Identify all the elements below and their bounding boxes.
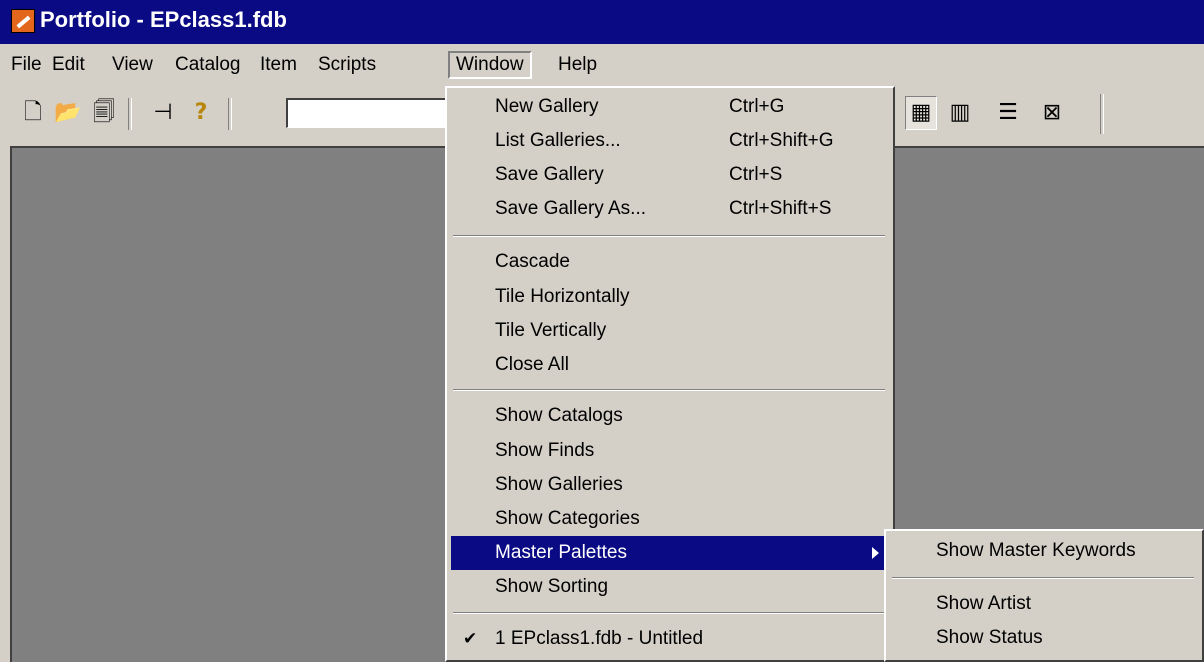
menu-item[interactable]: Item (260, 51, 297, 79)
list-view-icon[interactable]: ▥ (944, 96, 976, 130)
menu-scripts[interactable]: Scripts (318, 51, 376, 79)
menu-item-tile-vertically[interactable]: Tile Vertically (451, 314, 889, 348)
menu-view[interactable]: View (112, 51, 153, 79)
menu-catalog[interactable]: Catalog (175, 51, 241, 79)
menu-bar: File Edit View Catalog Item Scripts Wind… (0, 44, 1204, 86)
menu-item-save-gallery[interactable]: Save Gallery Ctrl+S (451, 158, 889, 192)
menu-item-show-sorting[interactable]: Show Sorting (451, 570, 889, 604)
menu-item-show-master-keywords[interactable]: Show Master Keywords (890, 534, 1200, 568)
menu-item-show-finds[interactable]: Show Finds (451, 434, 889, 468)
checkmark-icon: ✔ (463, 629, 478, 649)
menu-item-recent-window[interactable]: ✔ 1 EPclass1.fdb - Untitled (451, 622, 889, 656)
menu-help[interactable]: Help (558, 51, 597, 79)
menu-item-tile-horizontally[interactable]: Tile Horizontally (451, 280, 889, 314)
toolbar-separator (128, 98, 132, 130)
pin-icon[interactable]: ⊣ (147, 96, 179, 130)
open-folder-icon[interactable]: 📂 (52, 96, 84, 130)
menu-item-show-status[interactable]: Show Status (890, 621, 1200, 655)
menu-edit[interactable]: Edit (52, 51, 85, 79)
menu-separator (892, 577, 1194, 579)
menu-item-show-categories[interactable]: Show Categories (451, 502, 889, 536)
toolbar-separator (228, 98, 232, 130)
open-catalog-icon[interactable]: 🗐 (88, 96, 120, 130)
new-document-icon[interactable]: 🗋 (17, 96, 49, 130)
window-close-view-icon[interactable]: ⊠ (1036, 96, 1068, 130)
toolbar-separator (1100, 94, 1104, 134)
window-title: Portfolio - EPclass1.fdb (40, 7, 287, 32)
menu-separator (453, 612, 885, 614)
menu-item-list-galleries[interactable]: List Galleries... Ctrl+Shift+G (451, 124, 889, 158)
thumbnail-view-icon[interactable]: ▦ (905, 96, 937, 130)
menu-item-new-gallery[interactable]: New Gallery Ctrl+G (451, 90, 889, 124)
master-palettes-submenu: Show Master Keywords Show Artist Show St… (884, 529, 1204, 662)
menu-item-show-catalogs[interactable]: Show Catalogs (451, 399, 889, 433)
menu-window[interactable]: Window (448, 51, 532, 79)
menu-file[interactable]: File (11, 51, 42, 79)
window-menu-dropdown: New Gallery Ctrl+G List Galleries... Ctr… (445, 86, 895, 662)
record-view-icon[interactable]: ☰ (992, 96, 1024, 130)
title-bar: Portfolio - EPclass1.fdb (0, 0, 1204, 44)
menu-item-master-palettes[interactable]: Master Palettes (451, 536, 889, 570)
menu-separator (453, 389, 885, 391)
find-input[interactable] (286, 98, 446, 128)
help-icon[interactable]: ? (185, 96, 217, 130)
menu-item-show-artist[interactable]: Show Artist (890, 587, 1200, 621)
menu-item-close-all[interactable]: Close All (451, 348, 889, 382)
menu-separator (453, 235, 885, 237)
menu-item-show-galleries[interactable]: Show Galleries (451, 468, 889, 502)
menu-item-cascade[interactable]: Cascade (451, 245, 889, 279)
portfolio-app-icon[interactable] (11, 9, 35, 33)
submenu-arrow-icon (872, 547, 879, 559)
menu-item-save-gallery-as[interactable]: Save Gallery As... Ctrl+Shift+S (451, 192, 889, 226)
